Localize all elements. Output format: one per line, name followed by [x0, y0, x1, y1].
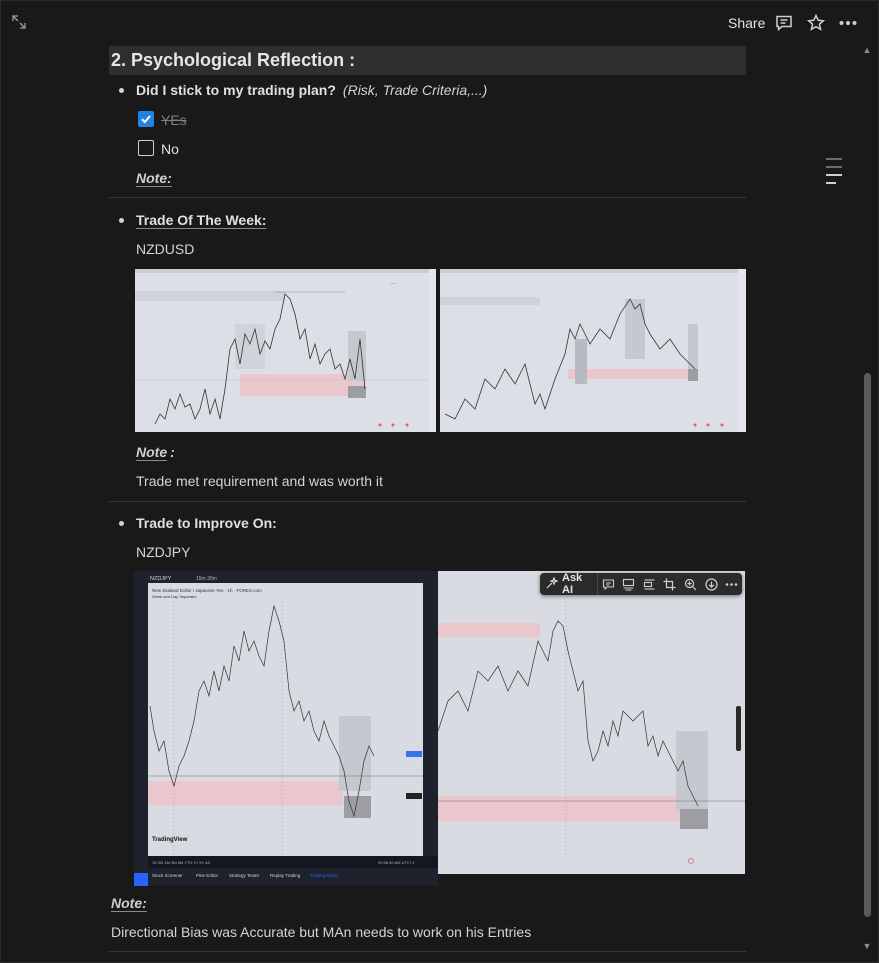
- checkbox-yes[interactable]: [138, 111, 154, 127]
- top-bar: Share: [1, 1, 879, 45]
- bullet-icon: [119, 87, 124, 93]
- download-icon: [705, 577, 718, 591]
- note-label-3: Note:: [111, 895, 147, 911]
- svg-text:~~~: ~~~: [390, 281, 396, 285]
- tv-subtitle: Week and Day Separator: [152, 594, 198, 599]
- tv-logo: TradingView: [152, 837, 188, 843]
- divider: [109, 197, 746, 198]
- ask-ai-label: Ask AI: [562, 572, 583, 596]
- divider: [109, 501, 746, 502]
- more-icon: [725, 582, 738, 586]
- image-align-button[interactable]: [639, 573, 660, 595]
- nzdusd-chart-image-1[interactable]: ~~~: [135, 269, 436, 432]
- tv-timeframes: 1D 5D 1M 3M 6M YTD 1Y 5Y All: [152, 860, 210, 865]
- checklist-label-yes: YEs: [161, 112, 187, 128]
- note-label-1: Note:: [136, 170, 172, 186]
- plan-question-label: Did I stick to my trading plan?: [136, 82, 336, 98]
- tv-tab-stock-screener: Stock Screener: [152, 873, 183, 878]
- trade-to-improve-note-text: Directional Bias was Accurate but MAn ne…: [111, 924, 532, 940]
- checkbox-no[interactable]: [138, 140, 154, 156]
- caption-icon: [623, 578, 635, 591]
- list-item-trade-of-week: Trade Of The Week:: [117, 211, 266, 229]
- ask-ai-button[interactable]: Ask AI: [540, 572, 598, 596]
- plan-question-hint: (Risk, Trade Criteria,...): [342, 82, 488, 98]
- bullet-icon: [119, 520, 124, 526]
- checklist-label-no: No: [161, 141, 179, 157]
- comment-icon[interactable]: [774, 13, 794, 33]
- expand-icon[interactable]: [11, 14, 27, 30]
- list-item-trade-to-improve: Trade to Improve On:: [117, 514, 277, 532]
- image-more-button[interactable]: [721, 573, 742, 595]
- trade-to-improve-pair: NZDJPY: [136, 544, 191, 560]
- tv-time: 09:38:40 AM UTC+1: [378, 860, 415, 865]
- scrollbar-thumb[interactable]: [864, 373, 871, 917]
- table-of-contents-indicator[interactable]: [826, 158, 842, 190]
- share-button[interactable]: Share: [728, 15, 765, 31]
- tv-intervals: 15m 30m: [196, 576, 217, 582]
- align-icon: [643, 578, 655, 590]
- section-heading: 2. Psychological Reflection :: [109, 46, 746, 75]
- nzdjpy-tradingview-image[interactable]: NZDJPY 15m 30m New Zealand Dollar / Japa…: [134, 571, 438, 886]
- scroll-down-arrow[interactable]: ▼: [862, 941, 872, 951]
- tv-tab-pine-editor: Pine Editor: [196, 873, 219, 878]
- trade-of-week-pair: NZDUSD: [136, 241, 195, 257]
- trade-of-week-label: Trade Of The Week:: [136, 212, 267, 228]
- tv-tab-replay-trading: Replay Trading: [270, 873, 301, 878]
- list-item-plan-question: Did I stick to my trading plan? (Risk, T…: [117, 81, 487, 99]
- trade-of-week-note-text: Trade met requirement and was worth it: [136, 473, 383, 489]
- bullet-icon: [119, 217, 124, 223]
- ai-sparkle-icon: [546, 575, 559, 592]
- image-comment-button[interactable]: [598, 573, 619, 595]
- image-zoom-button[interactable]: [680, 573, 701, 595]
- scroll-up-arrow[interactable]: ▲: [862, 45, 872, 55]
- image-toolbar: Ask AI: [540, 572, 742, 596]
- comment-icon: [602, 578, 614, 590]
- tv-symbol: NZDJPY: [150, 576, 172, 582]
- divider: [109, 951, 746, 952]
- nzdusd-chart-image-2[interactable]: [440, 269, 746, 432]
- star-icon[interactable]: [806, 13, 826, 33]
- zoom-icon: [684, 578, 697, 590]
- crop-icon: [663, 578, 676, 590]
- image-crop-button[interactable]: [660, 573, 681, 595]
- trade-to-improve-label: Trade to Improve On:: [136, 515, 277, 531]
- notion-page-window: Share ▲ ▼ 2. Psychological Reflection : …: [0, 0, 879, 963]
- tv-title: New Zealand Dollar / Japanese Yen · 1h ·…: [152, 588, 262, 593]
- note-label-2: Note:: [136, 444, 175, 460]
- nzdjpy-chart-image-2[interactable]: [438, 571, 745, 874]
- more-icon[interactable]: [838, 13, 858, 33]
- image-caption-button[interactable]: [618, 573, 639, 595]
- image-download-button[interactable]: [701, 573, 722, 595]
- tv-tab-trading-panel: Trading Panel: [310, 873, 338, 878]
- tv-tab-strategy-tester: Strategy Tester: [229, 873, 260, 878]
- check-icon: [141, 115, 151, 124]
